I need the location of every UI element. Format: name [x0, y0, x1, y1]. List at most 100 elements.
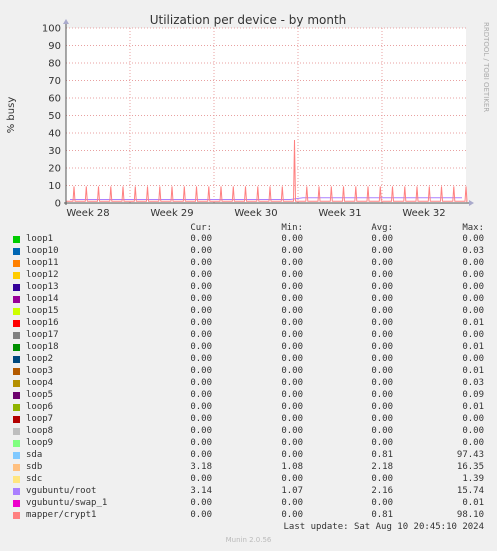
x-axis-arrow [469, 200, 474, 206]
legend-swatch [13, 356, 20, 363]
legend-row: loop9 0.00 0.00 0.00 0.00 [0, 438, 497, 450]
legend-min: 0.00 [281, 318, 303, 328]
legend-min: 0.00 [281, 330, 303, 340]
y-axis-arrow [63, 19, 69, 24]
legend-cur: 0.00 [190, 366, 212, 376]
legend-avg: 0.00 [371, 330, 393, 340]
legend-cur: 0.00 [190, 234, 212, 244]
legend-name: vgubuntu/swap_1 [26, 498, 108, 508]
legend-row: vgubuntu/swap_1 0.00 0.00 0.00 0.01 [0, 498, 497, 510]
legend-header-max: Max: [462, 223, 484, 233]
legend-header-cur: Cur: [190, 223, 212, 233]
rrdtool-watermark: RRDTOOL / TOBI OETIKER [482, 22, 490, 112]
legend-max: 0.03 [462, 378, 484, 388]
legend-swatch [13, 488, 20, 495]
legend-swatch [13, 284, 20, 291]
legend-avg: 0.00 [371, 246, 393, 256]
legend-min: 0.00 [281, 510, 303, 520]
y-tick-label: 20 [48, 164, 61, 175]
legend-avg: 0.00 [371, 414, 393, 424]
y-tick-label: 40 [48, 129, 61, 140]
legend-header-avg: Avg: [371, 223, 393, 233]
legend-min: 0.00 [281, 342, 303, 352]
legend-cur: 0.00 [190, 438, 212, 448]
legend-swatch [13, 380, 20, 387]
legend-row: loop14 0.00 0.00 0.00 0.00 [0, 294, 497, 306]
legend-name: loop18 [26, 342, 59, 352]
legend-row: loop13 0.00 0.00 0.00 0.00 [0, 282, 497, 294]
legend-avg: 2.18 [371, 462, 393, 472]
legend-min: 0.00 [281, 426, 303, 436]
legend-swatch [13, 248, 20, 255]
legend-min: 0.00 [281, 378, 303, 388]
legend-min: 0.00 [281, 258, 303, 268]
legend-max: 98.10 [456, 510, 484, 520]
legend-cur: 0.00 [190, 354, 212, 364]
legend-max: 0.01 [462, 342, 484, 352]
legend-row: sda 0.00 0.00 0.81 97.43 [0, 450, 497, 462]
y-axis-label: % busy [6, 97, 17, 134]
legend-min: 0.00 [281, 402, 303, 412]
legend-cur: 3.18 [190, 462, 212, 472]
legend-max: 0.00 [462, 294, 484, 304]
legend-name: vgubuntu/root [26, 486, 97, 496]
legend-avg: 0.00 [371, 390, 393, 400]
legend-max: 0.01 [462, 366, 484, 376]
legend-row: loop3 0.00 0.00 0.00 0.01 [0, 366, 497, 378]
legend-max: 0.00 [462, 426, 484, 436]
legend-row: loop11 0.00 0.00 0.00 0.00 [0, 258, 497, 270]
legend-max: 0.00 [462, 414, 484, 424]
x-ticks: Week 28 Week 29 Week 30 Week 31 Week 32 [66, 208, 445, 219]
legend-avg: 0.00 [371, 498, 393, 508]
legend-cur: 0.00 [190, 450, 212, 460]
legend-min: 0.00 [281, 306, 303, 316]
legend-row: loop4 0.00 0.00 0.00 0.03 [0, 378, 497, 390]
y-tick-label: 90 [48, 41, 61, 52]
legend-cur: 0.00 [190, 294, 212, 304]
legend-swatch [13, 260, 20, 267]
legend-avg: 0.00 [371, 426, 393, 436]
legend-name: loop16 [26, 318, 59, 328]
legend-cur: 0.00 [190, 282, 212, 292]
legend-row: loop6 0.00 0.00 0.00 0.01 [0, 402, 497, 414]
legend-cur: 0.00 [190, 414, 212, 424]
legend-cur: 0.00 [190, 390, 212, 400]
y-tick-label: 0 [55, 199, 61, 210]
legend-max: 97.43 [456, 450, 484, 460]
legend-min: 0.00 [281, 366, 303, 376]
legend-max: 0.00 [462, 354, 484, 364]
legend-name: loop17 [26, 330, 59, 340]
legend-name: loop10 [26, 246, 59, 256]
legend-min: 0.00 [281, 498, 303, 508]
legend-avg: 0.00 [371, 234, 393, 244]
legend-swatch [13, 320, 20, 327]
legend-cur: 0.00 [190, 246, 212, 256]
legend-avg: 0.00 [371, 342, 393, 352]
legend-swatch [13, 296, 20, 303]
legend-swatch [13, 476, 20, 483]
legend-min: 1.08 [281, 462, 303, 472]
legend-swatch [13, 236, 20, 243]
legend-cur: 0.00 [190, 402, 212, 412]
legend-min: 0.00 [281, 474, 303, 484]
legend-swatch [13, 272, 20, 279]
legend-swatch [13, 344, 20, 351]
legend-max: 15.74 [456, 486, 484, 496]
legend-swatch [13, 452, 20, 459]
legend-swatch [13, 500, 20, 507]
legend-row: sdb 3.18 1.08 2.18 16.35 [0, 462, 497, 474]
legend-min: 0.00 [281, 414, 303, 424]
y-tick-label: 50 [48, 111, 61, 122]
y-tick-label: 70 [48, 76, 61, 87]
legend-row: loop18 0.00 0.00 0.00 0.01 [0, 342, 497, 354]
legend-row: loop5 0.00 0.00 0.00 0.09 [0, 390, 497, 402]
legend-max: 1.39 [462, 474, 484, 484]
legend-row: loop15 0.00 0.00 0.00 0.00 [0, 306, 497, 318]
legend-cur: 0.00 [190, 270, 212, 280]
x-tick-label: Week 30 [234, 208, 277, 219]
legend-cur: 0.00 [190, 378, 212, 388]
legend-row: vgubuntu/root 3.14 1.07 2.16 15.74 [0, 486, 497, 498]
legend-swatch [13, 464, 20, 471]
legend-name: mapper/crypt1 [26, 510, 97, 520]
legend-max: 0.01 [462, 498, 484, 508]
